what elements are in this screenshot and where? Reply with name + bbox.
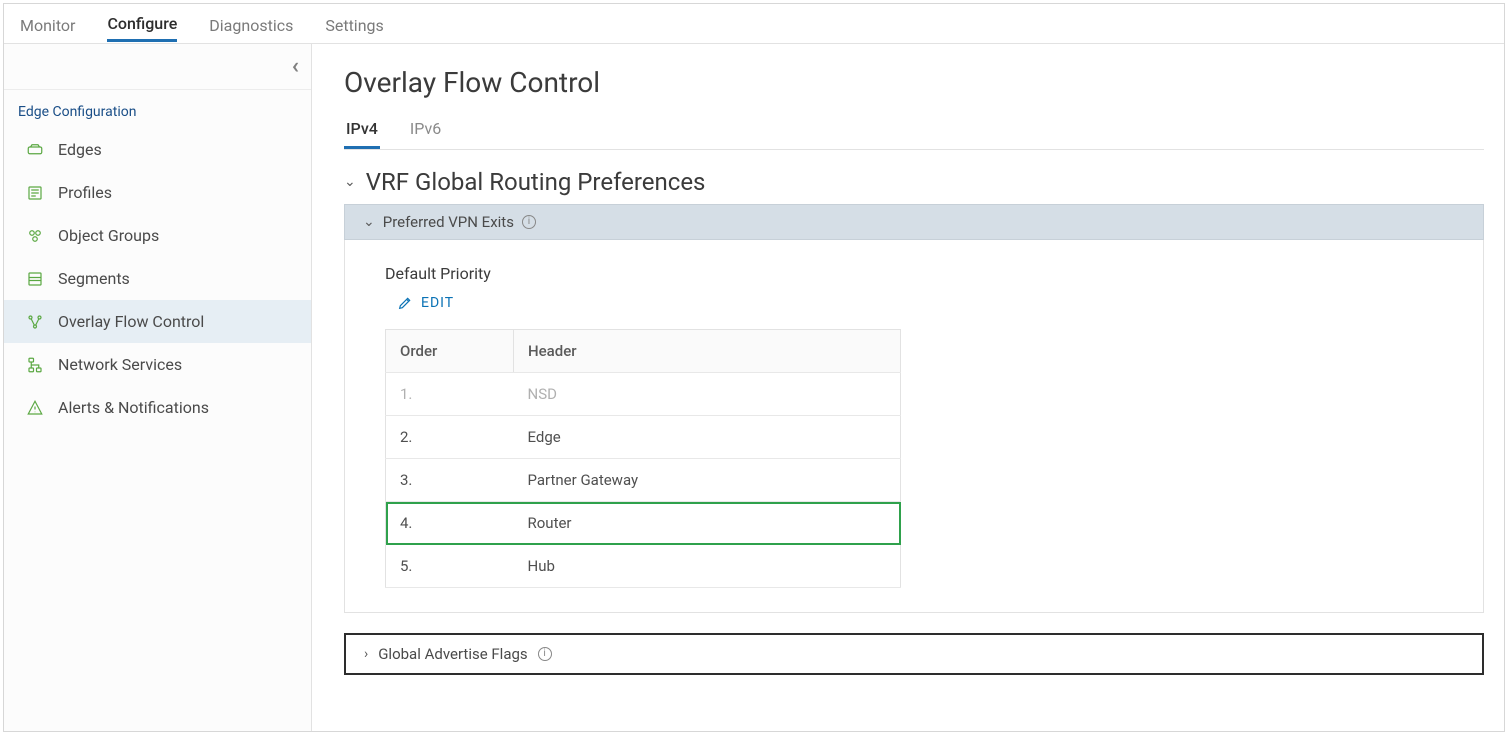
vpn-exits-title: Preferred VPN Exits [383,213,514,231]
tab-diagnostics[interactable]: Diagnostics [209,7,293,41]
cell-header: Partner Gateway [514,459,901,502]
tab-configure[interactable]: Configure [107,5,177,42]
cell-order: 4. [386,502,514,545]
cell-order: 1. [386,373,514,416]
table-row: 3. Partner Gateway [386,459,901,502]
sidebar-item-network-services[interactable]: Network Services [4,343,311,386]
chevron-down-icon: ⌄ [363,214,375,230]
flags-panel-title: Global Advertise Flags [378,645,527,663]
subtab-ipv6[interactable]: IPv6 [408,111,443,149]
info-icon[interactable]: i [538,647,552,661]
profiles-icon [26,184,44,202]
cell-header: NSD [514,373,901,416]
tab-monitor[interactable]: Monitor [20,7,75,41]
sidebar-item-label: Segments [58,269,130,288]
col-order-header: Order [386,330,514,373]
sidebar-item-label: Network Services [58,355,182,374]
cell-order: 3. [386,459,514,502]
chevron-right-icon: › [364,646,368,662]
sidebar-item-profiles[interactable]: Profiles [4,171,311,214]
subtab-ipv4[interactable]: IPv4 [344,111,380,149]
section-title: VRF Global Routing Preferences [366,168,706,196]
sidebar-item-overlay-flow-control[interactable]: Overlay Flow Control [4,300,311,343]
sidebar-item-label: Edges [58,140,102,159]
edit-button[interactable]: EDIT [397,295,454,311]
sidebar-group-title: Edge Configuration [4,90,311,128]
alerts-icon [26,399,44,417]
table-row: 5. Hub [386,545,901,588]
main-content: Overlay Flow Control IPv4 IPv6 ⌄ VRF Glo… [312,44,1504,731]
cell-header: Edge [514,416,901,459]
top-tabs: Monitor Configure Diagnostics Settings [4,4,1504,44]
default-priority-label: Default Priority [385,264,1443,283]
sidebar-item-label: Object Groups [58,226,159,245]
vpn-exits-panel-header[interactable]: ⌄ Preferred VPN Exits i [344,204,1484,240]
cell-header: Hub [514,545,901,588]
priority-table: Order Header 1. NSD 2. Edge [385,329,901,588]
collapse-sidebar-icon[interactable]: ‹‹ [292,54,293,79]
tab-settings[interactable]: Settings [325,7,383,41]
sidebar: ‹‹ Edge Configuration Edges Profiles O [4,44,312,731]
col-header-header: Header [514,330,901,373]
chevron-down-icon[interactable]: ⌄ [344,174,356,190]
vpn-exits-panel-body: Default Priority EDIT Order Header 1 [344,240,1484,613]
table-row-highlighted[interactable]: 4. Router [386,502,901,545]
cell-order: 2. [386,416,514,459]
table-row: 1. NSD [386,373,901,416]
sidebar-item-label: Overlay Flow Control [58,312,204,331]
info-icon[interactable]: i [522,215,536,229]
sidebar-item-segments[interactable]: Segments [4,257,311,300]
edit-label: EDIT [421,295,454,311]
edges-icon [26,141,44,159]
sidebar-item-object-groups[interactable]: Object Groups [4,214,311,257]
page-title: Overlay Flow Control [344,66,1484,99]
table-row: 2. Edge [386,416,901,459]
object-groups-icon [26,227,44,245]
global-advertise-flags-panel[interactable]: › Global Advertise Flags i [344,633,1484,675]
cell-order: 5. [386,545,514,588]
segments-icon [26,270,44,288]
overlay-flow-icon [26,313,44,331]
network-services-icon [26,356,44,374]
sidebar-item-alerts[interactable]: Alerts & Notifications [4,386,311,429]
sidebar-item-label: Profiles [58,183,112,202]
sidebar-item-edges[interactable]: Edges [4,128,311,171]
cell-header: Router [514,502,901,545]
sidebar-item-label: Alerts & Notifications [58,398,209,417]
sub-tabs: IPv4 IPv6 [344,111,1484,150]
pencil-icon [397,295,413,311]
